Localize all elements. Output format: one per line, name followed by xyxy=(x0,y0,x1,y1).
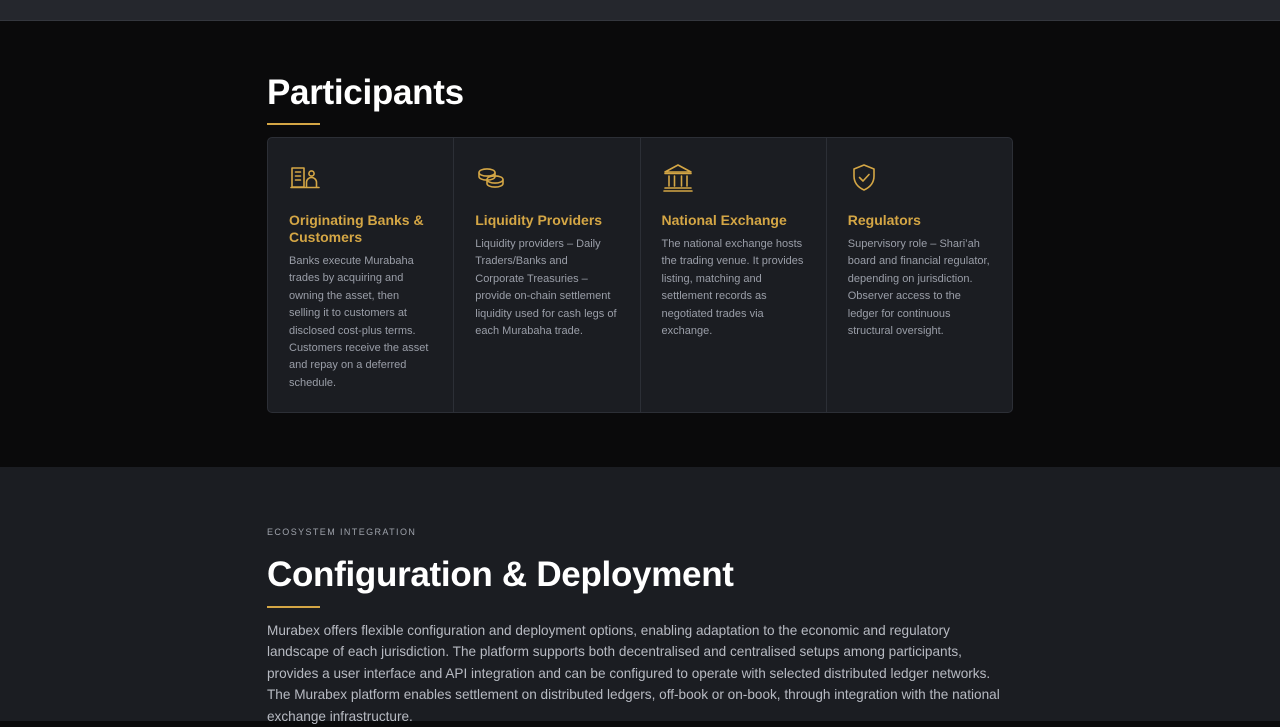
card-title: Liquidity Providers xyxy=(475,212,603,228)
card-title: Regulators xyxy=(847,212,921,228)
card-text: Banks execute Murabaha trades by acquiri… xyxy=(289,255,429,389)
participant-card-exchange: National Exchange The national exchange … xyxy=(641,138,827,412)
participants-title: Participants xyxy=(267,73,464,112)
shield-check-icon xyxy=(852,164,875,191)
top-bar xyxy=(0,0,1280,21)
card-text: The national exchange hosts the trading … xyxy=(661,238,804,338)
coins-icon xyxy=(478,168,505,188)
participant-card-liquidity: Liquidity Providers Liquidity providers … xyxy=(454,138,641,412)
title-underline xyxy=(267,606,320,608)
configuration-section: ECOSYSTEM INTEGRATION Configuration & De… xyxy=(0,467,1280,724)
configuration-title: Configuration & Deployment xyxy=(267,555,734,594)
participant-card-banks: Originating Banks & Customers Banks exec… xyxy=(268,138,455,412)
participants-cards: Originating Banks & Customers Banks exec… xyxy=(267,137,1013,413)
card-title: Originating Banks & Customers xyxy=(289,212,424,245)
title-underline xyxy=(267,123,320,125)
participants-section: Participants Originating Banks & Custome… xyxy=(0,21,1280,467)
card-title: National Exchange xyxy=(661,212,787,228)
section-eyebrow: ECOSYSTEM INTEGRATION xyxy=(267,527,417,537)
configuration-body: Murabex offers flexible configuration an… xyxy=(267,623,1000,724)
participant-card-regulators: Regulators Supervisory role – Shari’ah b… xyxy=(827,138,1012,412)
exchange-building-icon xyxy=(662,164,693,192)
bank-customer-icon xyxy=(290,167,320,189)
card-text: Liquidity providers – Daily Traders/Bank… xyxy=(475,238,617,338)
card-text: Supervisory role – Shari’ah board and fi… xyxy=(847,238,990,338)
